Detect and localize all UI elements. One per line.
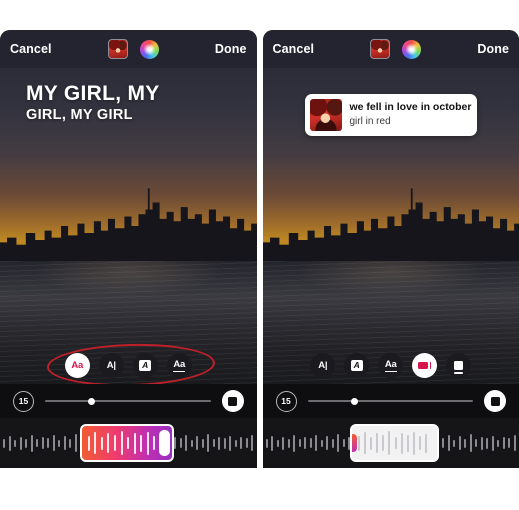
screenshot-stage: Cancel Done MY GIRL, MY GIRL, MY GIRL Aa (0, 0, 519, 510)
album-art-icon[interactable] (107, 39, 128, 59)
lyric-text-overlay[interactable]: MY GIRL, MY GIRL, MY GIRL (26, 82, 160, 124)
style-a-boxed-button[interactable]: A (132, 353, 158, 378)
stop-record-button[interactable] (484, 390, 506, 412)
left-playback-controls: 15 (0, 384, 257, 418)
cancel-button[interactable]: Cancel (10, 42, 52, 56)
style-a-bar-button[interactable]: A| (98, 353, 124, 378)
duration-selector[interactable]: 15 (13, 390, 34, 412)
right-topbar: Cancel Done (262, 30, 519, 68)
style-glyph: A (350, 359, 363, 372)
left-waveform-timeline[interactable] (0, 418, 257, 468)
right-playback-controls: 15 (262, 384, 519, 418)
style-a-bar-button[interactable]: A| (310, 353, 336, 378)
duration-value: 15 (18, 395, 29, 406)
style-glyph: Aa (71, 359, 84, 371)
style-card-outline-button[interactable] (446, 353, 472, 378)
music-sticker-card[interactable]: we fell in love in october girl in red (304, 94, 477, 136)
color-wheel-icon[interactable] (402, 39, 422, 59)
duration-selector[interactable]: 15 (275, 390, 297, 412)
topbar-center-icons (52, 39, 215, 59)
right-phone-panel: Cancel Done we fell in love in october g… (262, 30, 519, 468)
scrub-slider[interactable] (307, 394, 473, 408)
stop-record-button[interactable] (221, 390, 244, 412)
right-waveform-timeline[interactable] (262, 418, 519, 468)
style-aa-filled-button[interactable]: Aa (64, 353, 90, 378)
style-card-filled-button[interactable] (412, 353, 438, 378)
card-outline-icon (454, 361, 464, 374)
style-glyph: Aa (173, 358, 186, 372)
topbar-center-icons (314, 39, 477, 59)
cancel-button[interactable]: Cancel (273, 42, 315, 56)
music-metadata: we fell in love in october girl in red (350, 99, 472, 131)
done-button[interactable]: Done (215, 42, 247, 56)
style-aa-underline-button[interactable]: Aa (166, 353, 192, 378)
style-a-boxed-button[interactable]: A (344, 353, 370, 378)
stop-icon (490, 396, 500, 406)
music-artist-name: girl in red (349, 116, 391, 128)
style-glyph: A (139, 359, 152, 372)
style-aa-underline-button[interactable]: Aa (378, 353, 404, 378)
lyric-line-1: MY GIRL, MY (26, 82, 160, 105)
duration-value: 15 (281, 395, 291, 406)
slider-thumb[interactable] (88, 397, 96, 405)
style-glyph: Aa (384, 358, 397, 372)
color-wheel-icon[interactable] (139, 39, 159, 59)
album-art-icon[interactable] (370, 39, 391, 59)
done-button[interactable]: Done (477, 42, 509, 56)
style-glyph: A| (318, 359, 328, 371)
card-filled-icon (418, 362, 432, 369)
left-phone-panel: Cancel Done MY GIRL, MY GIRL, MY GIRL Aa (0, 30, 257, 468)
music-track-title: we fell in love in october (349, 101, 472, 114)
slider-thumb[interactable] (350, 397, 358, 405)
left-style-button-row: Aa A| A Aa (0, 353, 257, 378)
slider-track (307, 400, 473, 402)
waveform-selection[interactable] (79, 424, 175, 462)
scrub-slider[interactable] (45, 394, 211, 408)
waveform-selection[interactable] (349, 424, 440, 462)
left-photo-canvas[interactable]: MY GIRL, MY GIRL, MY GIRL Aa A| A Aa (0, 68, 257, 384)
city-skyline-silhouette (0, 187, 257, 261)
style-glyph: A| (106, 359, 116, 371)
selection-drag-handle[interactable] (159, 430, 171, 456)
album-art-icon (309, 99, 342, 131)
left-topbar: Cancel Done (0, 30, 257, 68)
right-style-button-row: A| A Aa (263, 353, 519, 378)
selection-edge-marker (351, 434, 357, 452)
city-skyline-silhouette (262, 187, 519, 261)
slider-track (45, 400, 211, 402)
right-photo-canvas[interactable]: we fell in love in october girl in red A… (262, 68, 519, 384)
lyric-line-2: GIRL, MY GIRL (26, 106, 133, 123)
stop-icon (228, 396, 237, 406)
